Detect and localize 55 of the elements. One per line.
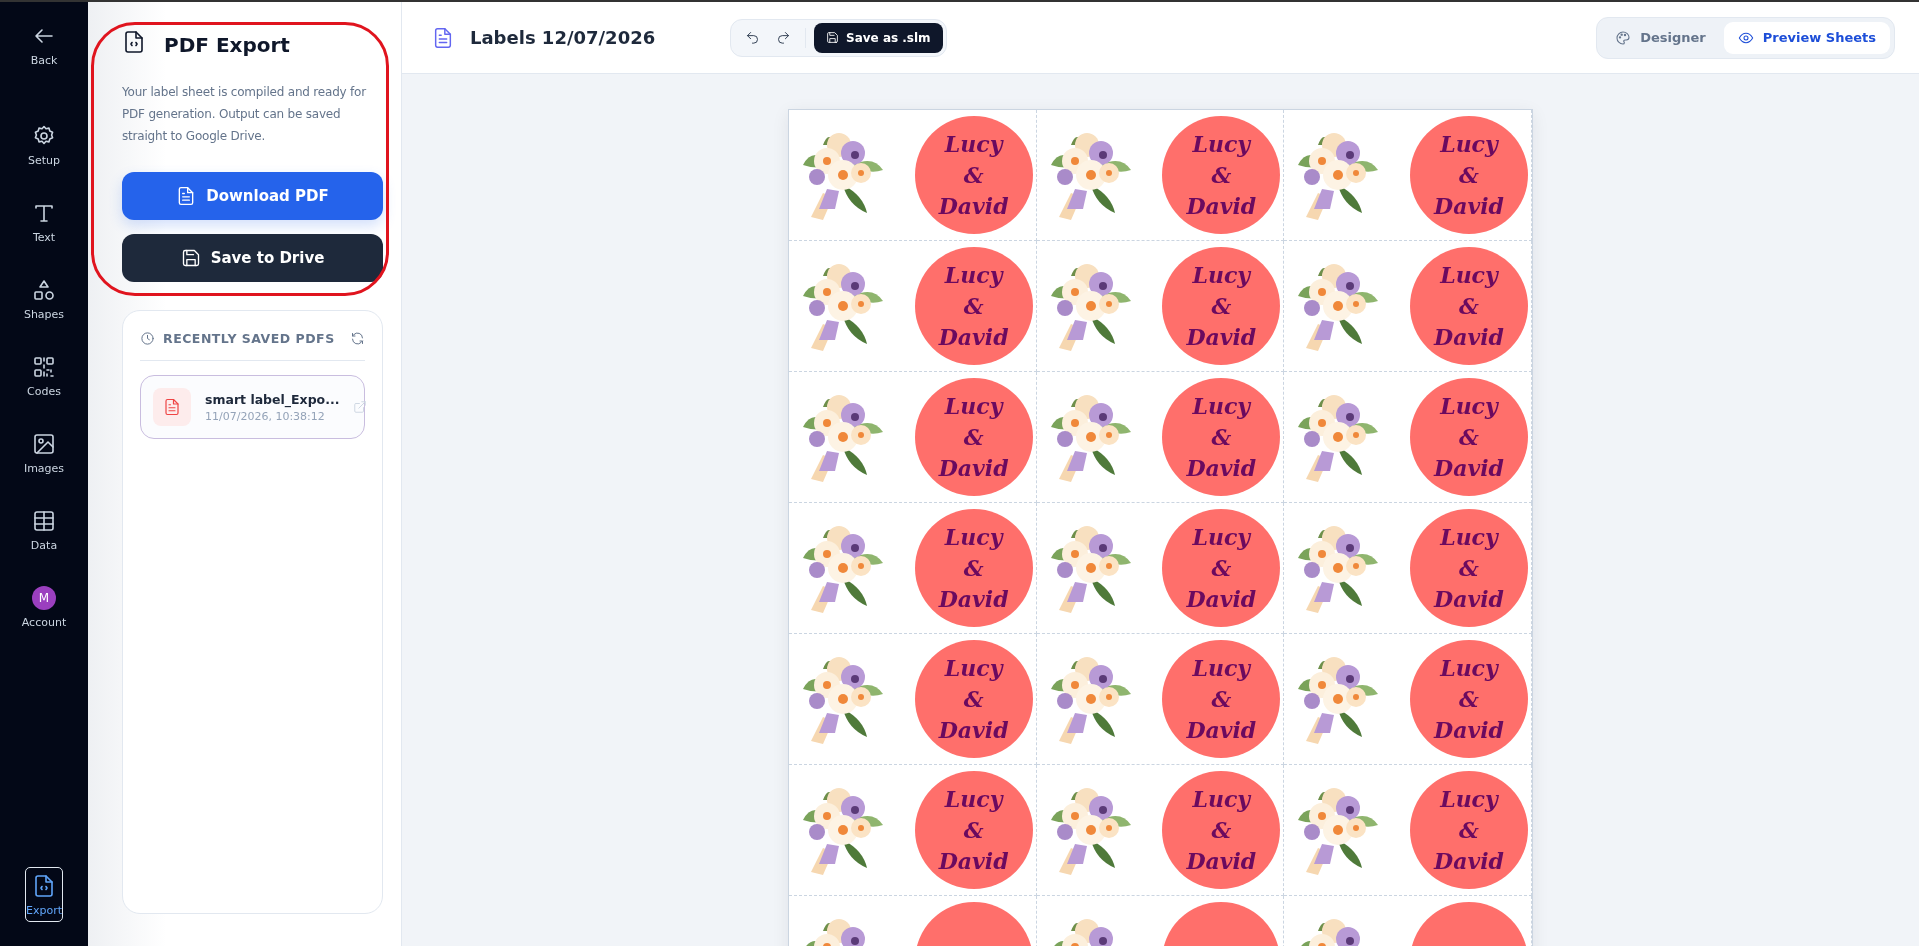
label-names: Lucy & David	[938, 784, 1009, 876]
floppy-disk-icon	[826, 31, 839, 44]
label-names: Lucy & David	[1434, 391, 1504, 483]
label-names: Lucy & David	[1434, 653, 1504, 745]
sidebar-item[interactable]: Back	[8, 24, 80, 124]
label-names: Lucy & David	[1186, 260, 1257, 352]
sidebar-item[interactable]: Export	[25, 867, 63, 922]
label-names: Lucy & David	[1186, 391, 1257, 483]
label-names: Lucy & David	[938, 391, 1009, 483]
refresh-icon	[350, 331, 365, 346]
view-tab[interactable]: Preview Sheets	[1723, 21, 1890, 54]
label-names: Lucy & David	[1434, 129, 1504, 221]
label-names: Lucy & David	[938, 260, 1009, 352]
image-icon	[32, 432, 56, 456]
panel-title: PDF Export	[164, 32, 290, 57]
label-names: Lucy & David	[1186, 129, 1257, 221]
file-date: 11/07/2026, 10:38:12	[205, 409, 326, 423]
qr-code-icon	[32, 355, 56, 379]
shapes-icon	[32, 278, 56, 302]
label-names: Lucy & David	[1186, 784, 1257, 876]
label-names: Lucy & David	[1186, 522, 1257, 614]
document-title: Labels 12/07/2026	[470, 27, 657, 48]
label-names: Lucy & David	[938, 522, 1009, 614]
redo-icon	[776, 30, 791, 45]
document-icon	[432, 26, 454, 49]
recent-heading: RECENTLY SAVED PDFS	[163, 331, 336, 346]
label-names: Lucy & David	[1434, 260, 1504, 352]
code-file-icon	[122, 30, 146, 54]
palette-icon	[1615, 29, 1632, 46]
avatar: M	[32, 586, 56, 610]
sidebar-item[interactable]: Data	[8, 509, 80, 586]
save-file-button[interactable]: Save as .slm	[814, 22, 943, 53]
clock-icon	[140, 331, 155, 346]
file-name: smart label_Expo...	[205, 391, 340, 407]
recent-file-item[interactable]: smart label_Expo... 11/07/2026, 10:38:12	[140, 375, 365, 439]
save-button[interactable]: Save to Drive	[122, 234, 383, 282]
label-names: Lucy & David	[1186, 653, 1257, 745]
download-button[interactable]: Download PDF	[122, 172, 383, 220]
sidebar-item[interactable]: Codes	[8, 355, 80, 432]
table-icon	[32, 509, 56, 533]
undo-icon	[745, 30, 760, 45]
label-names: Lucy & David	[1434, 522, 1504, 614]
view-tab[interactable]: Designer	[1601, 21, 1720, 54]
panel-description: Your label sheet is compiled and ready for PDF generation. Output can be saved straight to Google Drive.	[122, 84, 368, 145]
label-names: Lucy & David	[938, 653, 1009, 745]
sidebar-item[interactable]: Setup	[8, 124, 80, 201]
label-names: Lucy & David	[1434, 784, 1504, 876]
pdf-file-icon	[163, 398, 181, 416]
code-file-icon	[32, 874, 56, 898]
sidebar-item[interactable]: Images	[8, 432, 80, 509]
sidebar-item[interactable]: M Account	[8, 586, 80, 663]
sidebar-item[interactable]: Shapes	[8, 278, 80, 355]
sidebar-item[interactable]: Text	[8, 201, 80, 278]
label-names: Lucy & David	[938, 129, 1009, 221]
external-link-icon	[353, 400, 368, 414]
